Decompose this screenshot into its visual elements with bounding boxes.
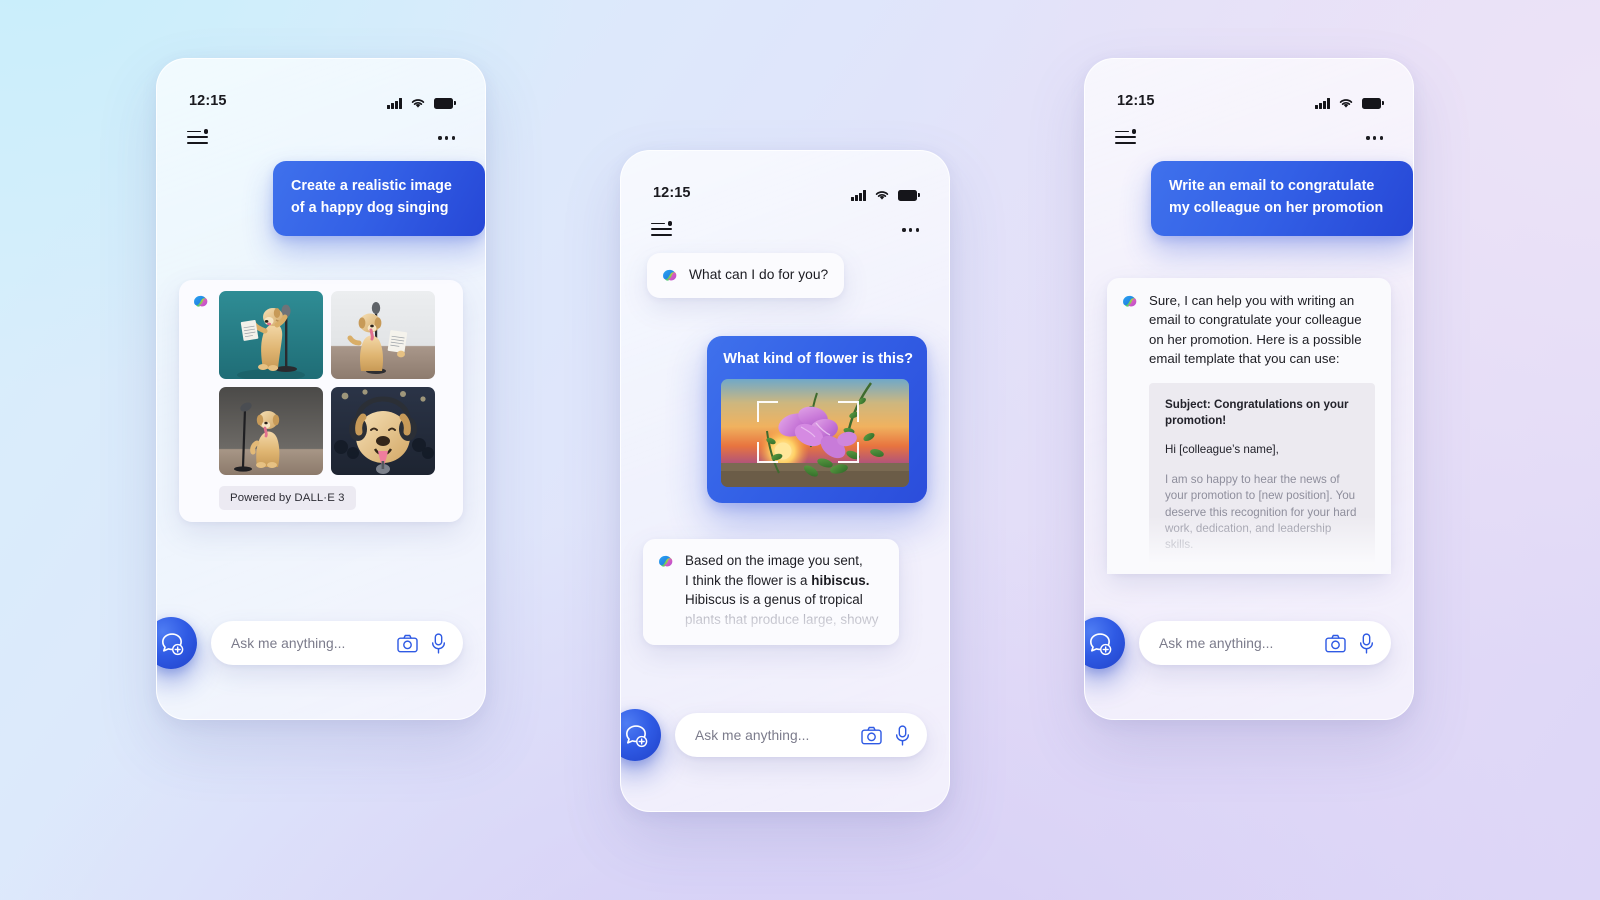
- message-input-bar[interactable]: Ask me anything...: [675, 713, 927, 757]
- copilot-icon: [656, 552, 675, 571]
- user-message-bubble: Write an email to congratulate my collea…: [1151, 161, 1413, 236]
- copilot-icon: [1120, 292, 1139, 311]
- phone-mockup-1: 12:15 Create a realistic image of a happ…: [156, 58, 486, 720]
- chat-thread-2: What can I do for you? What kind of flow…: [621, 253, 949, 646]
- microphone-icon[interactable]: [431, 632, 446, 654]
- status-icons: [1315, 97, 1384, 109]
- assistant-greeting-text: What can I do for you?: [689, 267, 829, 282]
- powered-by-badge: Powered by DALL·E 3: [219, 486, 356, 510]
- flower-photo[interactable]: [721, 379, 910, 487]
- status-bar: 12:15: [1085, 59, 1413, 115]
- more-options-icon[interactable]: [1366, 136, 1383, 140]
- new-chat-button[interactable]: [1085, 617, 1125, 669]
- email-subject: Subject: Congratulations on your promoti…: [1165, 397, 1349, 428]
- status-clock: 12:15: [653, 185, 691, 201]
- composer-2: Ask me anything...: [621, 709, 949, 761]
- status-bar: 12:15: [621, 151, 949, 207]
- status-clock: 12:15: [1117, 93, 1155, 109]
- user-photo-bubble: What kind of flower is this?: [707, 336, 927, 503]
- chat-thread-1: Create a realistic image of a happy dog …: [157, 161, 485, 522]
- answer-line-1: Based on the image you sent,: [685, 553, 863, 568]
- generated-image-4[interactable]: [331, 387, 435, 475]
- camera-icon[interactable]: [1325, 634, 1346, 653]
- generated-image-2[interactable]: [331, 291, 435, 379]
- user-message-row: Write an email to congratulate my collea…: [1107, 161, 1413, 236]
- menu-icon[interactable]: [651, 221, 672, 238]
- image-grid: [219, 291, 435, 475]
- generated-image-1[interactable]: [219, 291, 323, 379]
- new-chat-icon: [161, 632, 183, 655]
- message-input-bar[interactable]: Ask me anything...: [211, 621, 463, 665]
- new-chat-button[interactable]: [157, 617, 197, 669]
- message-input-placeholder: Ask me anything...: [231, 635, 346, 651]
- message-input-placeholder: Ask me anything...: [695, 727, 810, 743]
- more-options-icon[interactable]: [438, 136, 455, 140]
- status-clock: 12:15: [189, 93, 227, 109]
- email-greeting: Hi [colleague’s name],: [1165, 443, 1279, 457]
- signal-icon: [1315, 98, 1330, 109]
- assistant-answer-card: Based on the image you sent, I think the…: [643, 539, 899, 646]
- user-message-row: Create a realistic image of a happy dog …: [179, 161, 485, 236]
- message-input-placeholder: Ask me anything...: [1159, 635, 1274, 651]
- wifi-icon: [411, 99, 425, 108]
- message-input-bar[interactable]: Ask me anything...: [1139, 621, 1391, 665]
- new-chat-button[interactable]: [621, 709, 661, 761]
- email-body: I am so happy to hear the news of your p…: [1165, 472, 1357, 552]
- menu-icon[interactable]: [187, 129, 208, 146]
- app-header: [157, 115, 485, 161]
- assistant-greeting-bubble: What can I do for you?: [647, 253, 845, 298]
- wifi-icon: [875, 191, 889, 200]
- focus-brackets-overlay: [721, 379, 909, 487]
- phone-mockup-2: 12:15 What can I do for you? What kind o…: [620, 150, 950, 812]
- app-header: [621, 207, 949, 253]
- assistant-email-answer: Sure, I can help you with writing an ema…: [1107, 278, 1391, 574]
- assistant-intro-text: Sure, I can help you with writing an ema…: [1149, 293, 1362, 367]
- signal-icon: [387, 98, 402, 109]
- camera-icon[interactable]: [397, 634, 418, 653]
- microphone-icon[interactable]: [1359, 632, 1374, 654]
- signal-icon: [851, 190, 866, 201]
- status-bar: 12:15: [157, 59, 485, 115]
- copilot-icon: [660, 266, 679, 285]
- user-message-bubble: Create a realistic image of a happy dog …: [273, 161, 485, 236]
- battery-icon: [1362, 98, 1384, 109]
- status-icons: [851, 189, 920, 201]
- user-photo-question: What kind of flower is this?: [723, 351, 913, 367]
- app-header: [1085, 115, 1413, 161]
- assistant-answer-card: Sure, I can help you with writing an ema…: [1107, 278, 1391, 574]
- answer-line-2: I think the flower is a hibiscus.: [685, 572, 870, 588]
- battery-icon: [434, 98, 456, 109]
- new-chat-icon: [1089, 632, 1111, 655]
- wifi-icon: [1339, 99, 1353, 108]
- composer-3: Ask me anything...: [1085, 617, 1413, 669]
- microphone-icon[interactable]: [895, 724, 910, 746]
- generated-image-3[interactable]: [219, 387, 323, 475]
- new-chat-icon: [625, 724, 647, 747]
- menu-icon[interactable]: [1115, 129, 1136, 146]
- email-template-card: Subject: Congratulations on your promoti…: [1149, 382, 1375, 572]
- answer-line-4: plants that produce large, showy: [685, 611, 879, 627]
- camera-icon[interactable]: [861, 726, 882, 745]
- battery-icon: [898, 190, 920, 201]
- chat-thread-3: Write an email to congratulate my collea…: [1085, 161, 1413, 574]
- copilot-icon: [191, 292, 210, 311]
- answer-line-3: Hibiscus is a genus of tropical: [685, 592, 863, 608]
- status-icons: [387, 97, 456, 109]
- composer-1: Ask me anything...: [157, 617, 485, 669]
- assistant-answer-text: Based on the image you sent, I think the…: [685, 551, 878, 639]
- phone-mockup-3: 12:15 Write an email to congratulate my …: [1084, 58, 1414, 720]
- more-options-icon[interactable]: [902, 228, 919, 232]
- generated-images-card: Powered by DALL·E 3: [179, 280, 463, 522]
